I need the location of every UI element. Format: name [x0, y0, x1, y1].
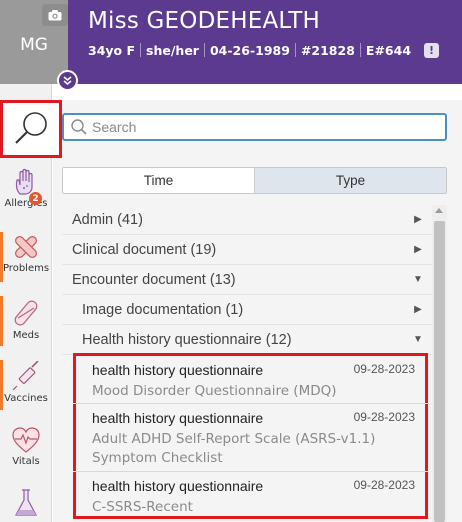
rail-item-labs[interactable] — [0, 488, 52, 518]
category-label: Health history questionnaire (12) — [82, 331, 292, 348]
category-row-health-history[interactable]: Health history questionnaire (12) ▼ — [62, 325, 432, 355]
search-field[interactable] — [62, 113, 447, 141]
category-label: Image documentation (1) — [82, 301, 244, 318]
alert-icon[interactable]: ! — [424, 42, 440, 58]
document-date: 09-28-2023 — [353, 478, 415, 492]
caret-right-icon: ▶ — [414, 214, 422, 225]
avatar-initials: MG — [20, 35, 48, 55]
category-row-admin[interactable]: Admin (41) ▶ — [62, 205, 432, 235]
double-chevron-down-icon — [63, 76, 72, 86]
rail-label-problems: Problems — [2, 263, 50, 274]
search-icon — [71, 119, 87, 135]
document-title: health history questionnaire — [92, 478, 264, 494]
category-row-image-documentation[interactable]: Image documentation (1) ▶ — [62, 295, 432, 325]
rail-item-vaccines[interactable]: Vaccines — [0, 361, 52, 404]
rail-item-allergies[interactable]: Allergies — [0, 168, 52, 209]
caret-right-icon: ▶ — [414, 304, 422, 315]
encounter-id: E#644 — [365, 42, 412, 58]
document-item[interactable]: health history questionnaire 09-28-2023 … — [73, 404, 428, 471]
document-item[interactable]: health history questionnaire 09-28-2023 … — [73, 353, 428, 403]
caret-down-icon: ▼ — [413, 274, 423, 285]
patient-chart-window: MG Miss GEODEHEALTH 34yo F she/her 04-26… — [0, 0, 462, 522]
bandage-icon — [15, 236, 37, 258]
camera-icon[interactable] — [42, 4, 68, 26]
category-row-clinical[interactable]: Clinical document (19) ▶ — [62, 235, 432, 265]
collapse-header-button[interactable] — [57, 70, 78, 91]
rail-item-vitals[interactable]: Vitals — [0, 426, 52, 467]
caret-right-icon: ▶ — [414, 244, 422, 255]
document-item[interactable]: health history questionnaire 09-28-2023 … — [73, 472, 428, 519]
category-row-encounter[interactable]: Encounter document (13) ▼ — [62, 265, 432, 295]
age-sex: 34yo F — [88, 42, 136, 58]
rail-label-meds: Meds — [12, 330, 40, 341]
rail-label-vitals: Vitals — [12, 456, 40, 467]
document-subtitle: C-SSRS-Recent — [92, 499, 193, 515]
category-label: Clinical document (19) — [72, 241, 217, 258]
document-title: health history questionnaire — [92, 410, 264, 426]
syringe-icon — [12, 361, 39, 391]
document-subtitle: Adult ADHD Self-Report Scale (ASRS-v1.1)… — [92, 431, 376, 466]
scroll-thumb[interactable] — [434, 221, 445, 522]
sort-toggle: Time Type — [62, 167, 447, 194]
heart-pulse-icon — [12, 427, 40, 453]
category-label: Admin (41) — [72, 211, 143, 228]
magnifier-icon — [15, 112, 47, 144]
scroll-up-arrow[interactable] — [435, 208, 443, 213]
patient-demographics: 34yo F she/her 04-26-1989 #21828 E#644 ! — [88, 41, 440, 59]
flask-icon — [15, 489, 37, 516]
pronouns: she/her — [146, 42, 199, 58]
document-date: 09-28-2023 — [353, 410, 415, 424]
search-input[interactable] — [92, 119, 432, 135]
scrollbar[interactable] — [432, 205, 447, 522]
caret-down-icon: ▼ — [413, 334, 423, 345]
date-of-birth: 04-26-1989 — [209, 42, 290, 58]
document-subtitle: Mood Disorder Questionnaire (MDQ) — [92, 383, 337, 399]
rail-item-problems[interactable]: Problems — [0, 233, 52, 274]
toggle-type[interactable]: Type — [254, 168, 446, 193]
pill-icon — [14, 300, 38, 326]
document-title: health history questionnaire — [92, 362, 264, 378]
toggle-time[interactable]: Time — [63, 168, 254, 193]
search-tool-button[interactable] — [0, 100, 62, 158]
document-date: 09-28-2023 — [353, 362, 415, 376]
patient-name: Miss GEODEHEALTH — [88, 8, 320, 34]
allergies-count-badge: 2 — [29, 192, 42, 205]
rail-item-meds[interactable]: Meds — [0, 298, 52, 341]
patient-id: #21828 — [300, 42, 355, 58]
rail-label-vaccines: Vaccines — [4, 393, 48, 404]
category-label: Encounter document (13) — [72, 271, 236, 288]
